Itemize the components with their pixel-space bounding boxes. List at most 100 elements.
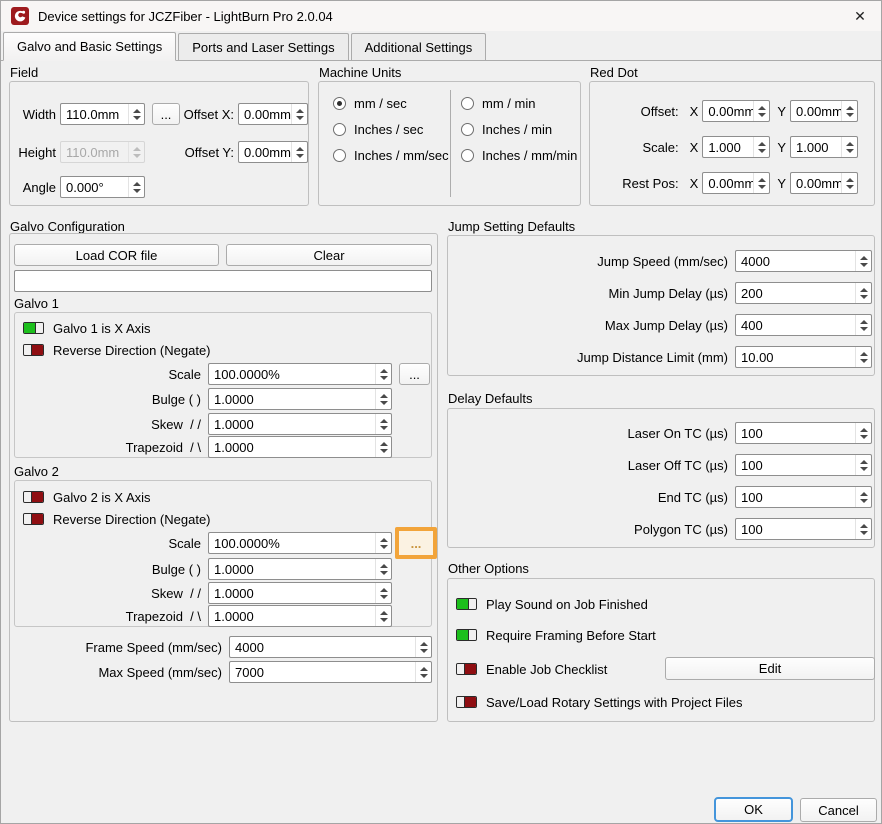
frame-speed-input[interactable] <box>230 637 415 657</box>
spin-up-icon[interactable] <box>380 394 388 398</box>
red-dot-rest-y-input[interactable] <box>791 173 841 193</box>
spin-up-icon[interactable] <box>133 109 141 113</box>
spin-down-icon[interactable] <box>846 149 854 153</box>
toggle-icon[interactable] <box>456 663 477 675</box>
red-dot-offset-x-spinner[interactable] <box>702 100 770 122</box>
spinner-arrows[interactable] <box>841 101 857 121</box>
require-framing-toggle-row[interactable]: Require Framing Before Start <box>456 627 656 643</box>
rotary-settings-toggle-row[interactable]: Save/Load Rotary Settings with Project F… <box>456 694 743 710</box>
tab-ports-and-laser-settings[interactable]: Ports and Laser Settings <box>178 33 348 60</box>
spin-up-icon[interactable] <box>296 147 304 151</box>
radio-icon[interactable] <box>333 97 346 110</box>
field-width-spinner[interactable] <box>60 103 145 125</box>
galvo1-scale-input[interactable] <box>209 364 375 384</box>
radio-mm-sec[interactable]: mm / sec <box>333 94 407 112</box>
spin-up-icon[interactable] <box>846 142 854 146</box>
radio-inches-mm-sec[interactable]: Inches / mm/sec <box>333 146 449 164</box>
spinner-arrows[interactable] <box>855 315 871 335</box>
spin-down-icon[interactable] <box>296 116 304 120</box>
spin-down-icon[interactable] <box>133 116 141 120</box>
radio-icon[interactable] <box>461 123 474 136</box>
spin-up-icon[interactable] <box>380 419 388 423</box>
spin-down-icon[interactable] <box>846 113 854 117</box>
tab-galvo-and-basic-settings[interactable]: Galvo and Basic Settings <box>3 32 176 61</box>
galvo1-trapezoid-input[interactable] <box>209 437 375 457</box>
clear-button[interactable]: Clear <box>226 244 432 266</box>
radio-inches-mm-min[interactable]: Inches / mm/min <box>461 146 577 164</box>
spin-up-icon[interactable] <box>860 524 868 528</box>
galvo2-scale-input[interactable] <box>209 533 375 553</box>
galvo2-bulge-spinner[interactable] <box>208 558 392 580</box>
red-dot-rest-y-spinner[interactable] <box>790 172 858 194</box>
spin-down-icon[interactable] <box>860 263 868 267</box>
spin-down-icon[interactable] <box>860 467 868 471</box>
galvo2-scale-spinner[interactable] <box>208 532 392 554</box>
spinner-arrows[interactable] <box>855 519 871 539</box>
spin-up-icon[interactable] <box>758 178 766 182</box>
spinner-arrows[interactable] <box>375 606 391 626</box>
galvo2-skew-input[interactable] <box>209 583 375 603</box>
red-dot-scale-x-spinner[interactable] <box>702 136 770 158</box>
radio-inches-sec[interactable]: Inches / sec <box>333 120 423 138</box>
play-sound-toggle-row[interactable]: Play Sound on Job Finished <box>456 596 648 612</box>
laser-off-tc-spinner[interactable] <box>735 454 872 476</box>
edit-checklist-button[interactable]: Edit <box>665 657 875 680</box>
radio-icon[interactable] <box>333 123 346 136</box>
spin-down-icon[interactable] <box>758 113 766 117</box>
radio-icon[interactable] <box>461 97 474 110</box>
polygon-tc-spinner[interactable] <box>735 518 872 540</box>
spin-down-icon[interactable] <box>380 426 388 430</box>
frame-speed-spinner[interactable] <box>229 636 432 658</box>
offset-y-spinner[interactable] <box>238 141 308 163</box>
spin-up-icon[interactable] <box>380 369 388 373</box>
spinner-arrows[interactable] <box>375 533 391 553</box>
red-dot-rest-x-spinner[interactable] <box>702 172 770 194</box>
galvo2-bulge-input[interactable] <box>209 559 375 579</box>
polygon-tc-input[interactable] <box>736 519 855 539</box>
red-dot-scale-y-input[interactable] <box>791 137 841 157</box>
laser-on-tc-input[interactable] <box>736 423 855 443</box>
toggle-icon[interactable] <box>23 322 44 334</box>
spin-down-icon[interactable] <box>420 649 428 653</box>
spin-up-icon[interactable] <box>846 106 854 110</box>
spin-up-icon[interactable] <box>860 320 868 324</box>
offset-y-input[interactable] <box>239 142 291 162</box>
radio-icon[interactable] <box>333 149 346 162</box>
load-cor-file-button[interactable]: Load COR file <box>14 244 219 266</box>
red-dot-offset-y-input[interactable] <box>791 101 841 121</box>
spin-up-icon[interactable] <box>860 256 868 260</box>
spin-down-icon[interactable] <box>380 401 388 405</box>
spin-up-icon[interactable] <box>860 428 868 432</box>
spin-down-icon[interactable] <box>380 595 388 599</box>
spin-up-icon[interactable] <box>380 442 388 446</box>
galvo2-trapezoid-spinner[interactable] <box>208 605 392 627</box>
spin-up-icon[interactable] <box>758 106 766 110</box>
cor-file-field[interactable] <box>14 270 432 292</box>
close-icon[interactable]: ✕ <box>849 8 871 25</box>
spin-up-icon[interactable] <box>860 288 868 292</box>
spin-down-icon[interactable] <box>860 435 868 439</box>
galvo1-skew-input[interactable] <box>209 414 375 434</box>
min-jump-delay-input[interactable] <box>736 283 855 303</box>
galvo2-reverse-toggle-row[interactable]: Reverse Direction (Negate) <box>23 511 211 527</box>
toggle-icon[interactable] <box>23 513 44 525</box>
spinner-arrows[interactable] <box>855 347 871 367</box>
jump-speed-spinner[interactable] <box>735 250 872 272</box>
spinner-arrows[interactable] <box>375 389 391 409</box>
spin-up-icon[interactable] <box>846 178 854 182</box>
spin-down-icon[interactable] <box>860 499 868 503</box>
red-dot-scale-x-input[interactable] <box>703 137 753 157</box>
end-tc-spinner[interactable] <box>735 486 872 508</box>
spin-down-icon[interactable] <box>860 531 868 535</box>
spin-up-icon[interactable] <box>380 611 388 615</box>
spin-up-icon[interactable] <box>860 460 868 464</box>
max-jump-delay-input[interactable] <box>736 315 855 335</box>
toggle-icon[interactable] <box>23 344 44 356</box>
field-size-more-button[interactable]: ... <box>152 103 180 125</box>
spin-up-icon[interactable] <box>380 588 388 592</box>
radio-mm-min[interactable]: mm / min <box>461 94 535 112</box>
spin-down-icon[interactable] <box>758 185 766 189</box>
spinner-arrows[interactable] <box>841 173 857 193</box>
spin-down-icon[interactable] <box>758 149 766 153</box>
spin-up-icon[interactable] <box>420 667 428 671</box>
